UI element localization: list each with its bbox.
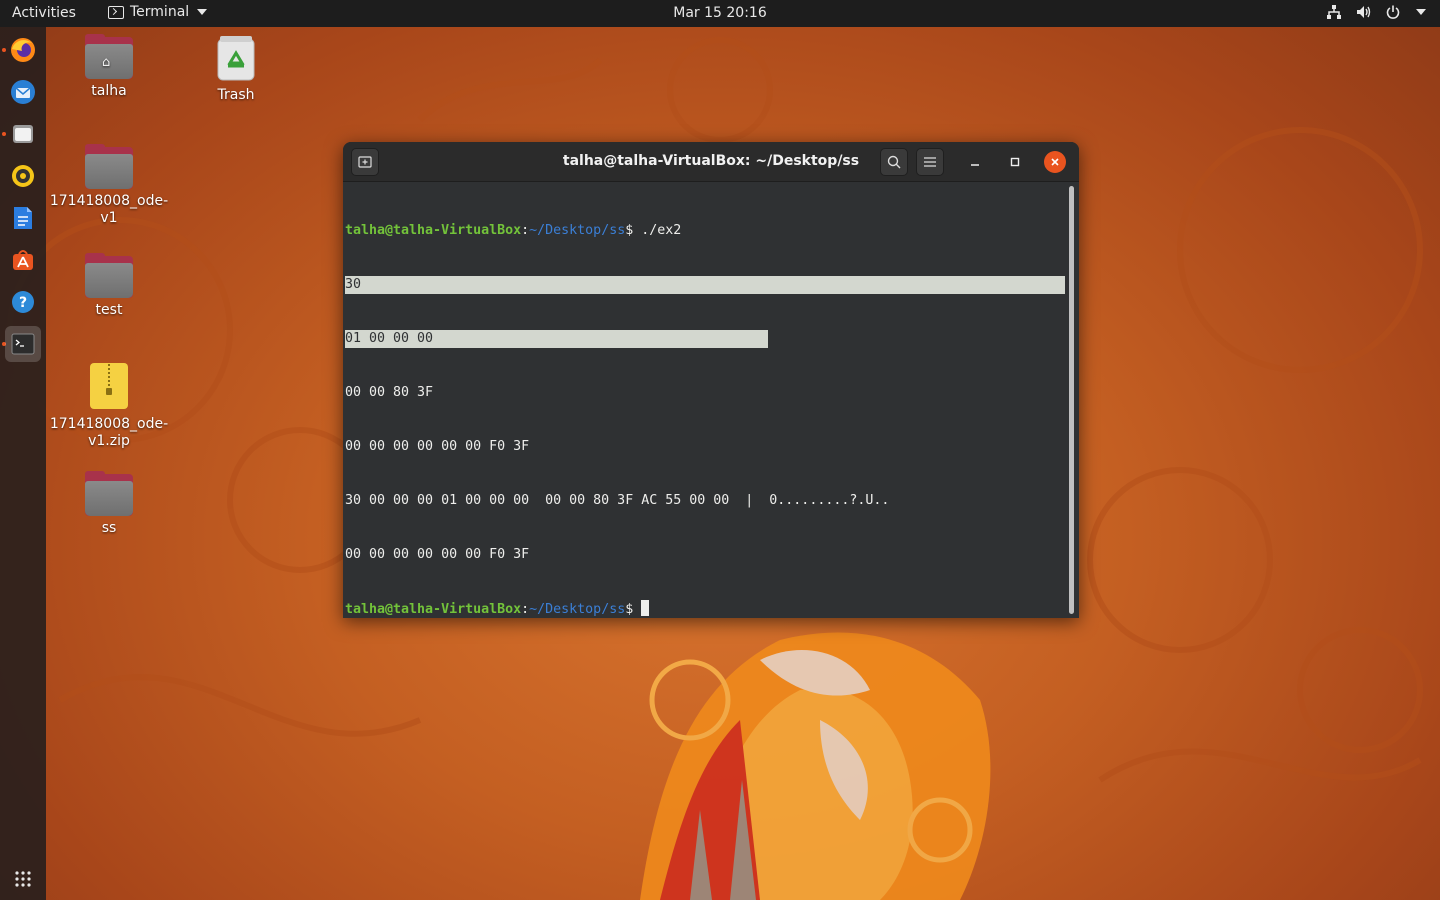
help-icon: ?: [12, 291, 34, 313]
desktop-icon-folder-ss[interactable]: ss: [49, 471, 169, 537]
system-tray[interactable]: [1326, 5, 1426, 19]
search-button[interactable]: [880, 148, 908, 176]
clock[interactable]: Mar 15 20:16: [673, 5, 766, 21]
output-line: 00 00 00 00 00 00 F0 3F: [345, 439, 530, 454]
dock-thunderbird[interactable]: [5, 74, 41, 110]
software-icon: [13, 250, 33, 270]
close-icon: [1051, 158, 1059, 166]
output-line: 00 00 00 00 00 00 F0 3F: [345, 547, 530, 562]
top-bar: Activities Terminal Mar 15 20:16: [0, 0, 1440, 27]
chevron-down-icon: [1416, 9, 1426, 15]
terminal-icon: [11, 333, 35, 355]
desktop-icon-label: test: [95, 302, 123, 318]
output-line: 01 00 00 00: [345, 330, 768, 348]
thunderbird-icon: [11, 80, 35, 104]
scrollbar[interactable]: [1069, 186, 1074, 614]
hamburger-menu-icon: [924, 157, 936, 167]
svg-text:?: ?: [19, 295, 27, 311]
home-folder-icon: ⌂: [85, 34, 133, 79]
dock-terminal[interactable]: [5, 326, 41, 362]
writer-icon: [14, 207, 32, 229]
zip-file-icon: [90, 363, 128, 409]
search-icon: [887, 155, 901, 169]
prompt-separator: :: [521, 602, 530, 617]
desktop-icon-label: 171418008_ode-v1: [49, 193, 169, 226]
desktop-icon-label: Trash: [217, 87, 255, 103]
command-line: talha@talha-VirtualBox:~/Desktop/ss$ ./e…: [345, 222, 1067, 240]
files-icon: [13, 125, 33, 143]
active-prompt-line: talha@talha-VirtualBox:~/Desktop/ss$: [345, 600, 1067, 618]
terminal-output[interactable]: talha@talha-VirtualBox:~/Desktop/ss$ ./e…: [345, 186, 1067, 618]
minimize-button[interactable]: [964, 151, 986, 173]
minimize-icon: [971, 164, 979, 166]
grid-icon: [15, 871, 31, 887]
desktop-icon-home[interactable]: ⌂ talha: [49, 34, 169, 100]
dock-help[interactable]: ?: [5, 284, 41, 320]
prompt-dollar: $: [625, 602, 642, 617]
dock-ubuntu-software[interactable]: [5, 242, 41, 278]
network-icon: [1327, 5, 1341, 19]
prompt-user: talha@talha-VirtualBox: [345, 602, 522, 617]
trash-icon: [217, 36, 255, 81]
dock-writer[interactable]: [5, 200, 41, 236]
terminal-titlebar[interactable]: talha@talha-VirtualBox: ~/Desktop/ss: [343, 142, 1079, 182]
prompt-separator: :: [521, 223, 530, 238]
dock-files[interactable]: [5, 116, 41, 152]
folder-icon: [85, 144, 133, 189]
firefox-icon: [11, 38, 35, 62]
text-cursor: [641, 600, 650, 616]
close-button[interactable]: [1044, 151, 1066, 173]
prompt-path: ~/Desktop/ss: [529, 602, 626, 617]
command-text: ./ex2: [641, 223, 682, 238]
desktop-icon-label: ss: [101, 520, 117, 536]
prompt-dollar: $: [625, 223, 642, 238]
folder-icon: [85, 471, 133, 516]
power-icon: [1386, 5, 1400, 19]
clock-container: Mar 15 20:16: [0, 5, 1440, 21]
prompt-path: ~/Desktop/ss: [529, 223, 626, 238]
desktop-icon-label: 171418008_ode-v1.zip: [49, 416, 169, 449]
desktop-icon-label: talha: [91, 83, 127, 99]
show-applications-button[interactable]: [5, 861, 41, 897]
dock: ?: [0, 27, 46, 900]
volume-icon: [1357, 6, 1371, 18]
dock-firefox[interactable]: [5, 32, 41, 68]
terminal-window: talha@talha-VirtualBox: ~/Desktop/ss tal…: [343, 142, 1079, 618]
desktop-icon-trash[interactable]: Trash: [176, 35, 296, 104]
desktop-icon-folder-test[interactable]: test: [49, 253, 169, 319]
output-line: 30: [345, 276, 1065, 294]
maximize-icon: [1010, 157, 1020, 167]
desktop-icon-zip[interactable]: 171418008_ode-v1.zip: [49, 362, 169, 450]
dock-rhythmbox[interactable]: [5, 158, 41, 194]
rhythmbox-icon: [12, 165, 34, 187]
folder-icon: [85, 253, 133, 298]
prompt-user: talha@talha-VirtualBox: [345, 223, 522, 238]
desktop-icon-folder-ode-v1[interactable]: 171418008_ode-v1: [49, 144, 169, 227]
menu-button[interactable]: [916, 148, 944, 176]
output-line: 00 00 80 3F: [345, 385, 434, 400]
maximize-button[interactable]: [1004, 151, 1026, 173]
output-line: 30 00 00 00 01 00 00 00 00 00 80 3F AC 5…: [345, 493, 890, 508]
